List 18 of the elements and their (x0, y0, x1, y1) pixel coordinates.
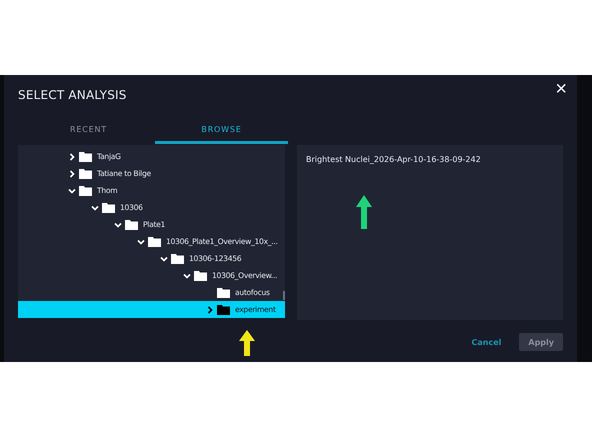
scrollbar-thumb[interactable] (283, 291, 285, 300)
tab[interactable]: RECENT (22, 118, 155, 144)
close-button[interactable]: × (551, 79, 571, 99)
folder-icon (79, 168, 92, 178)
arrow-up-icon (356, 195, 372, 229)
cancel-button[interactable]: Cancel (462, 333, 510, 351)
folder-icon (125, 220, 138, 230)
dialog-title: SELECT ANALYSIS (18, 88, 128, 104)
folder-icon (217, 288, 230, 298)
folder-icon (148, 236, 161, 246)
analysis-item[interactable]: Brightest Nuclei_2026-Apr-10-16-38-09-242 (306, 155, 554, 164)
folder-icon (171, 254, 184, 264)
folder-icon (79, 152, 92, 162)
folder-icon (194, 270, 207, 280)
folder-icon (217, 304, 230, 314)
folder-icon (102, 202, 115, 212)
arrow-up-icon (239, 330, 255, 356)
folder-icon (79, 186, 92, 196)
